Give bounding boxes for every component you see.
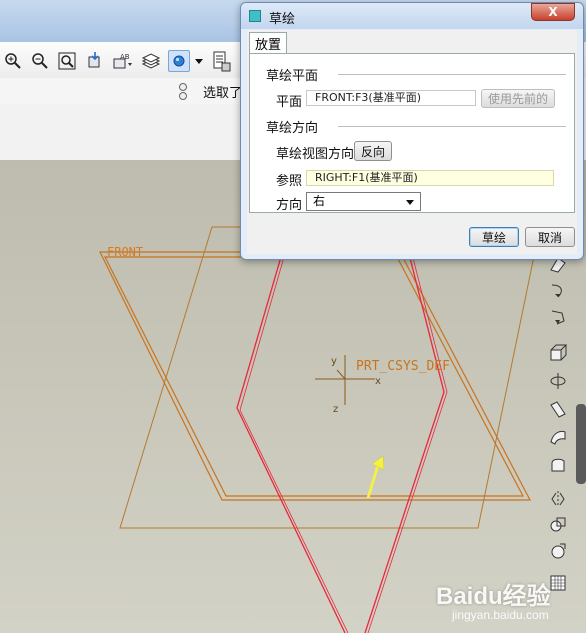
chevron-down-icon [406, 200, 414, 205]
cancel-button[interactable]: 取消 [525, 227, 575, 247]
mirror-tool-icon[interactable] [547, 488, 569, 510]
sweep-tool-icon[interactable] [547, 398, 569, 420]
close-icon: X [548, 5, 558, 19]
dialog-titlebar[interactable]: 草绘 X [241, 3, 583, 29]
plane-field[interactable]: FRONT:F3(基准平面) [306, 90, 476, 106]
datum-label-front: FRONT [107, 245, 143, 259]
watermark-brand: Baidu经验 [436, 583, 551, 610]
sketch-direction-arrow[interactable] [366, 455, 385, 499]
display-style-icon[interactable] [168, 50, 190, 72]
section-sketch-plane: 草绘平面 [266, 69, 319, 84]
dropdown-icon[interactable] [193, 50, 205, 72]
direction-select[interactable]: 右 [306, 192, 421, 211]
orient-icon[interactable] [84, 50, 106, 72]
saved-views-icon[interactable]: AB [112, 50, 134, 72]
sketch-dialog-icon [249, 10, 261, 22]
section-divider [338, 126, 566, 127]
placement-panel: 草绘平面 平面 FRONT:F3(基准平面) 使用先前的 草绘方向 草绘视图方向… [249, 53, 575, 213]
datum-plane-front[interactable] [99, 251, 531, 501]
sketch-ok-button[interactable]: 草绘 [469, 227, 519, 247]
close-button[interactable]: X [531, 3, 575, 21]
direction-label: 方向 [276, 198, 303, 213]
blend-tool-icon[interactable] [547, 426, 569, 448]
datum-curve-tool-icon[interactable] [547, 306, 569, 328]
section-orientation: 草绘方向 [266, 121, 319, 136]
view-direction-label: 草绘视图方向 [276, 147, 355, 162]
model-tree-icon[interactable] [210, 50, 232, 72]
reference-field[interactable]: RIGHT:F1(基准平面) [306, 170, 554, 186]
layers-icon[interactable] [140, 50, 162, 72]
extrude-tool-icon[interactable] [547, 342, 569, 364]
axis-label-x: x [375, 376, 381, 387]
datum-plane-top[interactable] [119, 226, 541, 529]
right-feature-toolbar [544, 250, 574, 600]
datum-axis-tool-icon[interactable] [547, 280, 569, 302]
section-divider [338, 74, 566, 75]
trim-tool-icon[interactable] [547, 540, 569, 562]
plane-label: 平面 [276, 95, 303, 110]
merge-tool-icon[interactable] [547, 514, 569, 536]
dialog-body: 放置 草绘平面 平面 FRONT:F3(基准平面) 使用先前的 草绘方向 草绘视… [247, 30, 577, 254]
watermark-url: jingyan.baidu.com [452, 608, 549, 622]
scrollbar-handle[interactable] [576, 404, 586, 484]
zoom-fit-icon[interactable] [56, 50, 78, 72]
revolve-tool-icon[interactable] [547, 370, 569, 392]
reference-label: 参照 [276, 174, 303, 189]
csys-label: PRT_CSYS_DEF [356, 359, 450, 374]
use-previous-button[interactable]: 使用先前的 [481, 89, 555, 108]
surface-tool-icon[interactable] [547, 454, 569, 476]
zoom-out-icon[interactable] [29, 50, 51, 72]
tab-placement[interactable]: 放置 [249, 32, 287, 54]
dialog-title: 草绘 [269, 12, 296, 27]
app-window: AB 选取了 y x z PRT_CSYS_DEF FRONT Baidu经验 … [0, 0, 586, 633]
sketch-dialog: 草绘 X 放置 草绘平面 平面 FRONT:F3(基准平面) 使用先前的 草绘方… [240, 2, 584, 260]
direction-value: 右 [313, 194, 326, 208]
flip-button[interactable]: 反向 [354, 141, 392, 161]
selection-status-label: 选取了 [203, 86, 243, 101]
status-light-icon [176, 82, 190, 105]
datum-plane-right[interactable] [236, 249, 448, 633]
zoom-in-icon[interactable] [2, 50, 24, 72]
axis-label-y: y [331, 356, 337, 367]
axis-label-z: z [333, 404, 338, 415]
